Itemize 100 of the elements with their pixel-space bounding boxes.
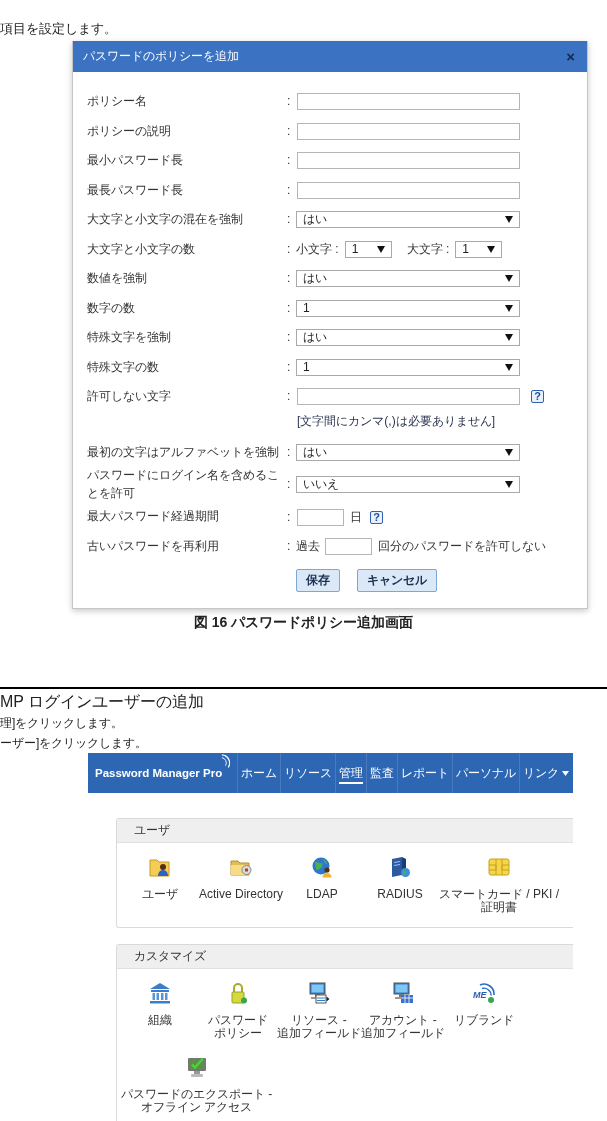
- nav-link[interactable]: 管理: [339, 762, 363, 785]
- colon: :: [287, 508, 291, 526]
- admin-link[interactable]: LDAP: [283, 856, 362, 902]
- brand-logo: ME: [473, 982, 495, 1005]
- monitor-arrow-icon: [308, 982, 330, 1005]
- folder-person-icon: [149, 856, 171, 879]
- caret-icon: [505, 449, 513, 457]
- admin-link[interactable]: リソース - 追加フィールド: [277, 982, 361, 1041]
- dropdown[interactable]: はい: [296, 270, 520, 288]
- step-text: 理]をクリックします。: [0, 715, 124, 733]
- field-text: 回分のパスワードを許可しない: [378, 539, 546, 555]
- admin-link[interactable]: 組織: [121, 982, 199, 1028]
- input-field[interactable]: [325, 538, 372, 556]
- colon: :: [287, 122, 291, 140]
- field-label: 大文字と小文字の数: [87, 240, 196, 258]
- dropdown[interactable]: 1: [296, 358, 520, 376]
- field-label: ポリシー名: [87, 93, 148, 110]
- dropdown[interactable]: 1: [296, 299, 520, 317]
- nav-link[interactable]: 監査: [370, 762, 394, 785]
- field-label: 数値を強制: [87, 270, 148, 287]
- input-field[interactable]: [297, 181, 520, 199]
- admin-link[interactable]: アカウント - 追加フィールド: [361, 982, 445, 1041]
- field-label: 最大パスワード経過期間: [87, 508, 220, 526]
- monitor-grid-icon: [392, 982, 414, 1005]
- step-text: ーザー]をクリックします。: [0, 735, 148, 753]
- colon: :: [287, 270, 291, 288]
- panel-header: ユーザ: [117, 819, 573, 844]
- field-label: 特殊文字を強制: [87, 329, 172, 346]
- app-logo: Password Manager Pro: [95, 766, 223, 781]
- server-globe-icon: [389, 856, 412, 879]
- dialog-title: パスワードのポリシーを追加: [83, 49, 239, 64]
- field-label: 特殊文字の数: [87, 358, 160, 376]
- help-button[interactable]: ?: [370, 510, 383, 524]
- dropdown[interactable]: 1: [455, 240, 503, 258]
- dropdown[interactable]: はい: [296, 329, 520, 347]
- caret-icon: [487, 245, 496, 253]
- input-field[interactable]: [297, 388, 520, 406]
- colon: :: [287, 152, 291, 170]
- colon: :: [287, 358, 291, 376]
- field-label: 許可しない文字: [87, 388, 172, 406]
- field-label: 大文字 :: [406, 241, 450, 257]
- field-label: 最長パスワード長: [87, 181, 184, 199]
- field-label: 小文字 :: [296, 241, 339, 257]
- hint-text: [文字間にカンマ(,)は必要ありません]: [297, 413, 495, 428]
- field-text: 過去: [296, 539, 320, 555]
- field-label: 最初の文字はアルファベットを強制: [87, 443, 280, 461]
- nav-link[interactable]: リンク: [523, 762, 569, 785]
- nav-link[interactable]: リソース: [284, 762, 332, 785]
- input-field[interactable]: [297, 508, 344, 526]
- caret-icon: [505, 216, 513, 224]
- monitor-check-icon: [185, 1056, 208, 1079]
- caret-icon: [505, 304, 513, 312]
- field-label: 大文字と小文字の混在を強制: [87, 211, 244, 228]
- admin-link[interactable]: RADIUS: [361, 856, 440, 902]
- colon: :: [287, 181, 291, 199]
- dropdown[interactable]: いいえ: [296, 476, 520, 494]
- field-label: ポリシーの説明: [87, 122, 172, 140]
- colon: :: [287, 299, 291, 317]
- colon: :: [287, 538, 291, 556]
- input-field[interactable]: [297, 152, 520, 170]
- unit-text: 日: [350, 509, 362, 525]
- dropdown[interactable]: はい: [296, 444, 520, 462]
- dropdown[interactable]: 1: [344, 240, 392, 258]
- colon: :: [287, 444, 291, 462]
- caret-icon: [505, 275, 513, 283]
- columns-building-icon: [149, 982, 171, 1005]
- globe-person-icon: [311, 856, 334, 879]
- admin-link[interactable]: ME リブランド: [445, 982, 523, 1028]
- caret-icon: [505, 334, 513, 342]
- nav-link[interactable]: レポート: [401, 762, 449, 785]
- input-field[interactable]: [297, 93, 520, 111]
- field-label: 最小パスワード長: [87, 152, 184, 169]
- nav-link[interactable]: パーソナル: [456, 762, 516, 785]
- nav-link[interactable]: ホーム: [241, 762, 277, 785]
- admin-link[interactable]: スマートカード / PKI / 証明書: [439, 856, 560, 915]
- field-label: 数字の数: [87, 299, 136, 317]
- figure-caption: 図 16 パスワードポリシー追加画面: [193, 613, 414, 631]
- input-field[interactable]: [297, 122, 520, 140]
- panel-header: カスタマイズ: [117, 945, 573, 970]
- dropdown[interactable]: はい: [296, 211, 520, 229]
- colon: :: [287, 388, 291, 406]
- section-heading: MP ログインユーザーの追加: [0, 692, 205, 713]
- caret-icon: [505, 481, 513, 489]
- admin-link[interactable]: Active Directory: [199, 856, 284, 902]
- cancel-button[interactable]: キャンセル: [357, 569, 437, 592]
- admin-link[interactable]: パスワードポリシー: [199, 982, 277, 1041]
- colon: :: [287, 211, 291, 229]
- colon: :: [287, 476, 291, 494]
- field-label: パスワードにログイン名を含めることを許可: [87, 467, 280, 502]
- body-text: 項目を設定します。: [0, 20, 117, 37]
- chip-card-icon: [488, 856, 511, 879]
- help-button[interactable]: ?: [531, 390, 544, 404]
- admin-link[interactable]: ユーザ: [121, 856, 199, 902]
- admin-link[interactable]: パスワードのエクスポート - オフライン アクセス: [121, 1056, 273, 1115]
- colon: :: [287, 240, 291, 258]
- save-button[interactable]: 保存: [296, 569, 340, 592]
- colon: :: [287, 329, 291, 347]
- field-label: 古いパスワードを再利用: [87, 537, 220, 555]
- caret-icon: [505, 363, 513, 371]
- colon: :: [287, 93, 291, 111]
